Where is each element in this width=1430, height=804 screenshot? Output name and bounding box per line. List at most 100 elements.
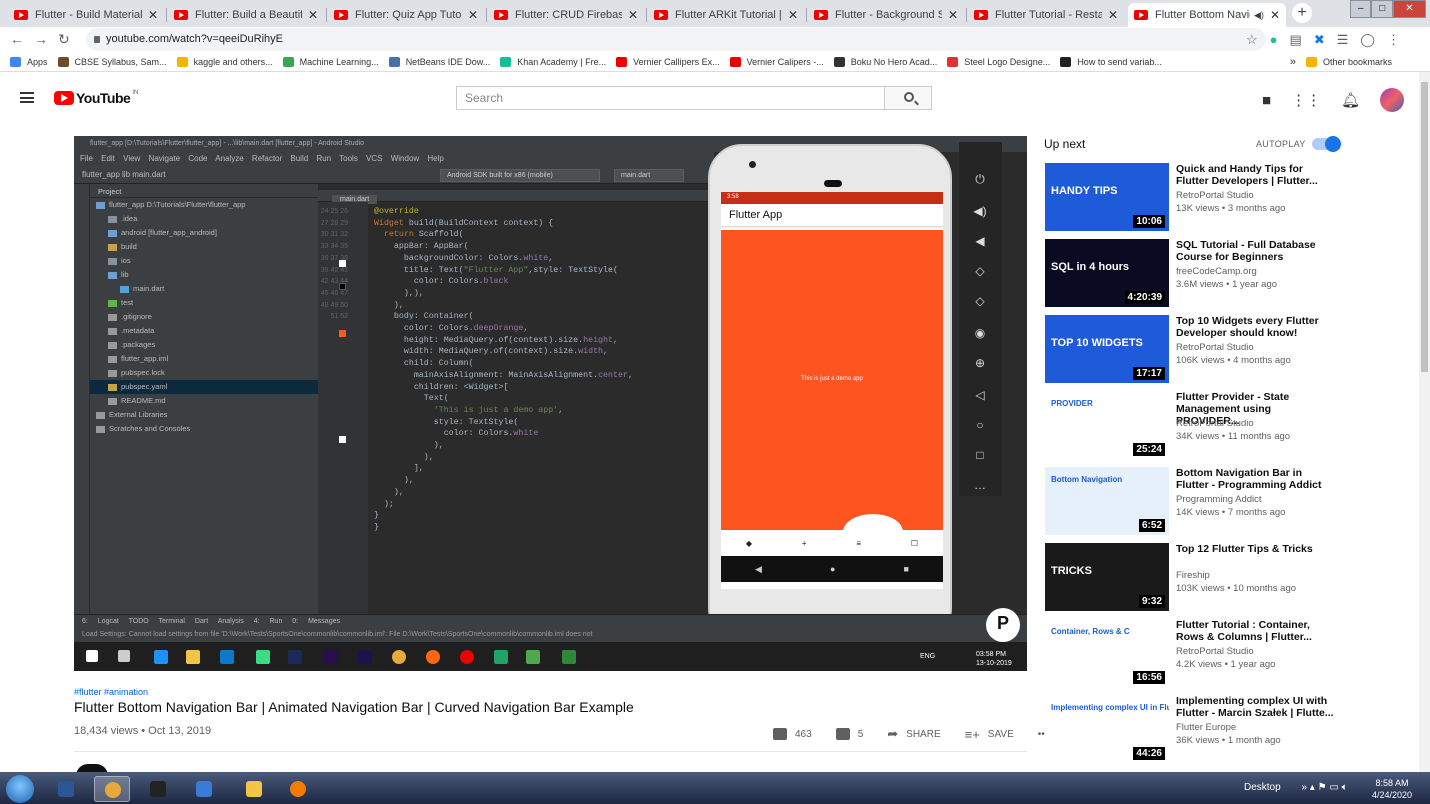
close-tab-icon[interactable]: ✕ xyxy=(1108,8,1118,22)
apps-grid-icon[interactable]: ⋮⋮ xyxy=(1291,91,1321,109)
folder-icon xyxy=(96,411,105,419)
close-tab-icon[interactable]: ✕ xyxy=(628,8,638,22)
maximize-button[interactable]: □ xyxy=(1371,0,1393,18)
autoplay-toggle[interactable] xyxy=(1312,136,1341,152)
video-thumbnail[interactable]: Implementing complex UI in Flutter 44:26 xyxy=(1045,695,1169,763)
menu-dots-icon[interactable]: ⋮ xyxy=(1387,32,1400,48)
bookmark-item[interactable]: Khan Academy | Fre... xyxy=(500,56,606,67)
video-thumbnail[interactable]: HANDY TIPS 10:06 xyxy=(1045,163,1169,231)
video-thumbnail[interactable]: TRICKS 9:32 xyxy=(1045,543,1169,611)
reload-icon[interactable]: ↻ xyxy=(58,31,70,48)
browser-tab[interactable]: Flutter - Build Material Chat✕ xyxy=(8,3,164,27)
recommended-video[interactable]: PROVIDER 25:24 Flutter Provider - State Ma… xyxy=(1045,391,1345,459)
browser-tab[interactable]: Flutter - Background Service✕ xyxy=(808,3,964,27)
video-thumbnail[interactable]: PROVIDER 25:24 xyxy=(1045,391,1169,459)
other-bookmarks[interactable]: Other bookmarks xyxy=(1305,56,1392,67)
profile-icon[interactable]: ◯ xyxy=(1360,32,1375,48)
recommended-video[interactable]: Container, Rows & C 16:56 Flutter Tutorial… xyxy=(1045,619,1345,687)
close-tab-icon[interactable]: ✕ xyxy=(148,8,158,22)
bookmark-item[interactable]: How to send variab... xyxy=(1060,56,1162,67)
bookmark-item[interactable]: Machine Learning... xyxy=(282,56,379,67)
premiere-icon xyxy=(324,650,338,664)
power-icon: ⏻ xyxy=(975,172,985,186)
reading-list-icon[interactable]: ☰ xyxy=(1337,32,1349,48)
bookmark-item[interactable]: NetBeans IDE Dow... xyxy=(388,56,490,67)
video-thumbnail[interactable]: SQL in 4 hours 4:20:39 xyxy=(1045,239,1169,307)
recommended-meta: 3.6M views • 1 year ago xyxy=(1176,279,1278,290)
browser-tab[interactable]: Flutter: CRUD Firebase Clou✕ xyxy=(488,3,644,27)
taskbar-chrome[interactable] xyxy=(94,776,130,802)
eclipse-icon xyxy=(290,781,306,797)
video-thumbnail[interactable]: Container, Rows & C 16:56 xyxy=(1045,619,1169,687)
bookmark-item[interactable]: Boku No Hero Acad... xyxy=(833,56,937,67)
notifications-bell-icon[interactable]: 🔔︎ xyxy=(1341,91,1360,109)
taskbar-mysql[interactable] xyxy=(140,776,176,802)
taskbar-word[interactable] xyxy=(48,776,84,802)
close-tab-icon[interactable]: ✕ xyxy=(948,8,958,22)
notes-icon[interactable]: ▤ xyxy=(1290,32,1302,48)
youtube-logo[interactable]: YouTube IN xyxy=(54,90,138,106)
scrollbar-thumb[interactable] xyxy=(1421,82,1428,372)
github-icon xyxy=(1060,56,1072,67)
bookmark-apps[interactable]: Apps xyxy=(10,56,48,67)
browser-tab[interactable]: Flutter ARKit Tutorial | iOS -✕ xyxy=(648,3,804,27)
taskbar-clock[interactable]: 8:58 AM 4/24/2020 xyxy=(1372,777,1412,801)
tray-icons[interactable]: » ▴ ⚑ ▭ 🔈︎ xyxy=(1301,782,1347,793)
minimize-button[interactable]: – xyxy=(1350,0,1372,18)
windows-start-button[interactable] xyxy=(6,775,34,803)
share-button[interactable]: ➦ SHARE xyxy=(887,726,940,742)
volume-down-icon: ◀ xyxy=(975,234,985,248)
more-bookmarks-icon[interactable]: » xyxy=(1290,56,1296,68)
recommended-video[interactable]: HANDY TIPS 10:06 Quick and Handy Tips for … xyxy=(1045,163,1345,231)
close-tab-icon[interactable]: ✕ xyxy=(468,8,478,22)
recommended-video[interactable]: SQL in 4 hours 4:20:39 SQL Tutorial - Full… xyxy=(1045,239,1345,307)
bookmark-item[interactable]: kaggle and others... xyxy=(176,56,273,67)
bookmark-item[interactable]: Vernier Calipers -... xyxy=(729,56,824,67)
video-title: Flutter Bottom Navigation Bar | Animated… xyxy=(74,699,634,715)
after-effects-icon xyxy=(358,650,372,664)
close-window-button[interactable]: ✕ xyxy=(1392,0,1426,18)
app-icon xyxy=(562,650,576,664)
close-tab-icon[interactable]: ✕ xyxy=(788,8,798,22)
taskbar-eclipse[interactable] xyxy=(280,776,316,802)
browser-tab[interactable]: Flutter Tutorial - Restaurant✕ xyxy=(968,3,1124,27)
browser-tab[interactable]: Flutter: Build a Beautiful Po✕ xyxy=(168,3,324,27)
hamburger-menu-icon[interactable] xyxy=(20,92,34,103)
new-tab-button[interactable]: + xyxy=(1292,3,1312,23)
close-tab-icon[interactable]: ✕ xyxy=(308,8,318,22)
video-player[interactable]: flutter_app [D:\Tutorials\Flutter\flutte… xyxy=(74,136,1027,671)
recommended-video[interactable]: TRICKS 9:32 Top 12 Flutter Tips & Tricks Fi… xyxy=(1045,543,1345,611)
system-tray: Desktop » ▴ ⚑ ▭ 🔈︎ xyxy=(1244,782,1348,793)
back-icon[interactable]: ← xyxy=(10,31,24,47)
taskbar-app[interactable] xyxy=(186,776,222,802)
search-input[interactable]: Search xyxy=(456,86,885,110)
video-hashtags[interactable]: #flutter #animation xyxy=(74,687,148,697)
video-thumbnail[interactable]: Bottom Navigation 6:52 xyxy=(1045,467,1169,535)
recommended-video[interactable]: TOP 10 WIDGETS 17:17 Top 10 Widgets every … xyxy=(1045,315,1345,383)
volume-up-icon: ◀) xyxy=(973,204,987,218)
like-button[interactable]: 463 xyxy=(773,728,812,740)
save-button[interactable]: ≡+ SAVE xyxy=(965,727,1014,742)
bookmark-item[interactable]: Vernier Callipers Ex... xyxy=(616,56,720,67)
bookmark-item[interactable]: CBSE Syllabus, Sam... xyxy=(57,56,167,67)
browser-tab[interactable]: Flutter: Quiz App Tutorial | P✕ xyxy=(328,3,484,27)
close-tab-icon[interactable]: ✕ xyxy=(1270,8,1280,22)
audio-icon[interactable]: ◀) xyxy=(1254,10,1264,21)
forward-icon[interactable]: → xyxy=(34,31,48,47)
video-thumbnail[interactable]: TOP 10 WIDGETS 17:17 xyxy=(1045,315,1169,383)
browser-tab-active[interactable]: Flutter Bottom Navigati◀)✕ xyxy=(1128,3,1286,27)
create-video-icon[interactable]: ■ xyxy=(1262,92,1271,109)
avatar[interactable] xyxy=(1380,88,1405,112)
grammarly-icon[interactable]: ● xyxy=(1270,32,1278,48)
url-field[interactable]: youtube.com/watch?v=qeeiDuRihyE xyxy=(86,28,1266,51)
extension-icon[interactable]: ✖ xyxy=(1314,32,1325,48)
bookmark-item[interactable]: Steel Logo Designe... xyxy=(947,56,1050,67)
search-button[interactable] xyxy=(884,86,932,110)
recommended-video[interactable]: Implementing complex UI in Flutter44:26I… xyxy=(1045,695,1345,763)
page-scrollbar[interactable] xyxy=(1419,72,1430,772)
star-icon[interactable]: ☆ xyxy=(1246,32,1258,48)
dislike-button[interactable]: 5 xyxy=(835,728,863,740)
recommended-video[interactable]: Bottom Navigation 6:52 Bottom Navigation B… xyxy=(1045,467,1345,535)
desktop-label[interactable]: Desktop xyxy=(1244,782,1281,793)
taskbar-python[interactable] xyxy=(236,776,272,802)
